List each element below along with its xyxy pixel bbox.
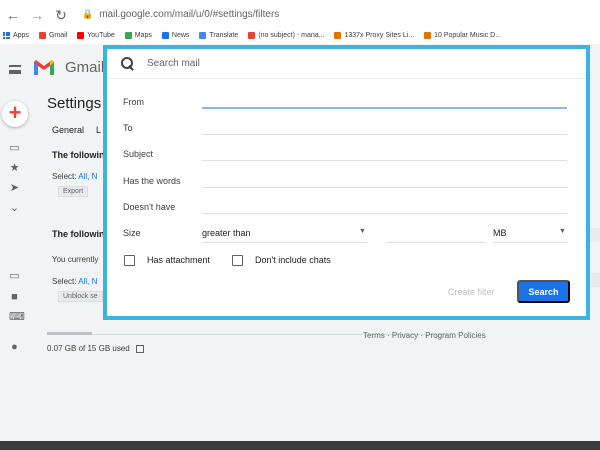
star-icon[interactable]: ★: [9, 163, 20, 174]
to-input[interactable]: [202, 134, 567, 135]
search-input[interactable]: Search mail: [147, 58, 200, 69]
to-label: To: [123, 123, 133, 133]
gmail-icon: [38, 31, 46, 39]
search-icon[interactable]: [121, 57, 134, 70]
from-label: From: [123, 97, 144, 107]
keyboard-icon[interactable]: ⌨: [9, 312, 25, 323]
size-unit-underline: [493, 242, 568, 243]
select-row: Select: All, N: [52, 172, 98, 181]
main-menu-icon[interactable]: [9, 65, 21, 74]
search-button[interactable]: Search: [517, 280, 570, 303]
footer-links[interactable]: Terms · Privacy · Program Policies: [363, 331, 486, 340]
bookmark-apps[interactable]: Apps: [3, 31, 29, 39]
bookmark-music[interactable]: 10 Popular Music D...: [424, 31, 501, 39]
bookmarks-bar: Apps Gmail YouTube Maps News Translate (…: [0, 28, 600, 42]
forward-arrow-icon[interactable]: →: [30, 8, 44, 22]
dropdown-arrow-icon[interactable]: ▼: [559, 228, 566, 235]
size-unit-select[interactable]: MB: [493, 228, 507, 238]
bookmark-1337x[interactable]: 1337x Proxy Sites Li...: [334, 31, 414, 39]
send-icon[interactable]: ➤: [9, 183, 20, 194]
reload-icon[interactable]: ↻: [54, 8, 68, 22]
compose-icon[interactable]: +: [2, 101, 28, 127]
youtube-icon: [77, 31, 85, 39]
doesnt-have-label: Doesn't have: [123, 202, 176, 212]
bookmark-no-subject[interactable]: (no subject) - mana...: [248, 31, 324, 39]
subject-label: Subject: [123, 149, 154, 159]
select-row-2: Select: All, N: [52, 277, 98, 286]
bookmark-gmail[interactable]: Gmail: [38, 31, 67, 39]
filters-heading: The followin: [52, 150, 105, 160]
storage-meter: [47, 332, 92, 335]
search-bar[interactable]: Search mail: [107, 49, 586, 79]
has-attachment-label: Has attachment: [147, 255, 211, 265]
dont-include-chats-checkbox[interactable]: [232, 255, 243, 266]
blocked-status: You currently: [52, 255, 99, 264]
chat-icon[interactable]: ▭: [9, 271, 20, 282]
taskbar: [0, 441, 600, 450]
from-input[interactable]: [202, 107, 567, 109]
blocked-heading: The followin: [52, 229, 105, 239]
gmail-icon: [248, 31, 256, 39]
storage-usage: 0.07 GB of 15 GB used: [47, 344, 144, 353]
lock-icon: 🔒: [82, 9, 94, 19]
gmail-logo-icon: [34, 60, 54, 75]
has-words-input[interactable]: [202, 187, 567, 188]
news-icon: [161, 31, 169, 39]
gmail-brand: Gmail: [65, 59, 105, 76]
chevron-down-icon[interactable]: ⌄: [9, 203, 20, 214]
inbox-icon[interactable]: ▭: [9, 143, 20, 154]
bookmark-news[interactable]: News: [161, 31, 189, 39]
site-icon: [424, 31, 432, 39]
subject-input[interactable]: [202, 160, 567, 161]
page-title: Settings: [47, 95, 102, 112]
doesnt-have-input[interactable]: [202, 213, 567, 214]
size-label: Size: [123, 228, 141, 238]
bookmark-translate[interactable]: Translate: [199, 31, 238, 39]
url-text: mail.google.com/mail/u/0/#settings/filte…: [99, 9, 280, 20]
translate-icon: [199, 31, 207, 39]
dropdown-arrow-icon[interactable]: ▼: [359, 228, 366, 235]
dont-include-chats-label: Don't include chats: [255, 255, 331, 265]
video-icon[interactable]: ■: [9, 292, 20, 303]
has-words-label: Has the words: [123, 176, 181, 186]
has-attachment-checkbox[interactable]: [124, 255, 135, 266]
account-icon[interactable]: ●: [9, 342, 20, 353]
address-bar[interactable]: 🔒 mail.google.com/mail/u/0/#settings/fil…: [82, 9, 279, 20]
apps-grid-icon: [3, 31, 10, 39]
size-operator-select[interactable]: greater than: [202, 228, 251, 238]
export-button[interactable]: Export: [58, 186, 89, 197]
external-link-icon[interactable]: [135, 344, 144, 353]
maps-icon: [124, 31, 132, 39]
size-value-input[interactable]: [386, 242, 486, 243]
create-filter-button[interactable]: Create filter: [448, 287, 495, 297]
site-icon: [334, 31, 342, 39]
tab-general[interactable]: General: [52, 125, 84, 135]
back-arrow-icon[interactable]: ←: [6, 8, 20, 22]
search-filter-dialog: Search mail From To Subject Has the word…: [103, 45, 590, 320]
unblock-button[interactable]: Unblock se: [58, 291, 103, 302]
bookmark-youtube[interactable]: YouTube: [77, 31, 115, 39]
browser-toolbar: ← → ↻ 🔒 mail.google.com/mail/u/0/#settin…: [0, 0, 600, 29]
size-operator-underline: [202, 242, 367, 243]
bookmark-maps[interactable]: Maps: [124, 31, 152, 39]
tab-labels[interactable]: L: [96, 125, 101, 135]
